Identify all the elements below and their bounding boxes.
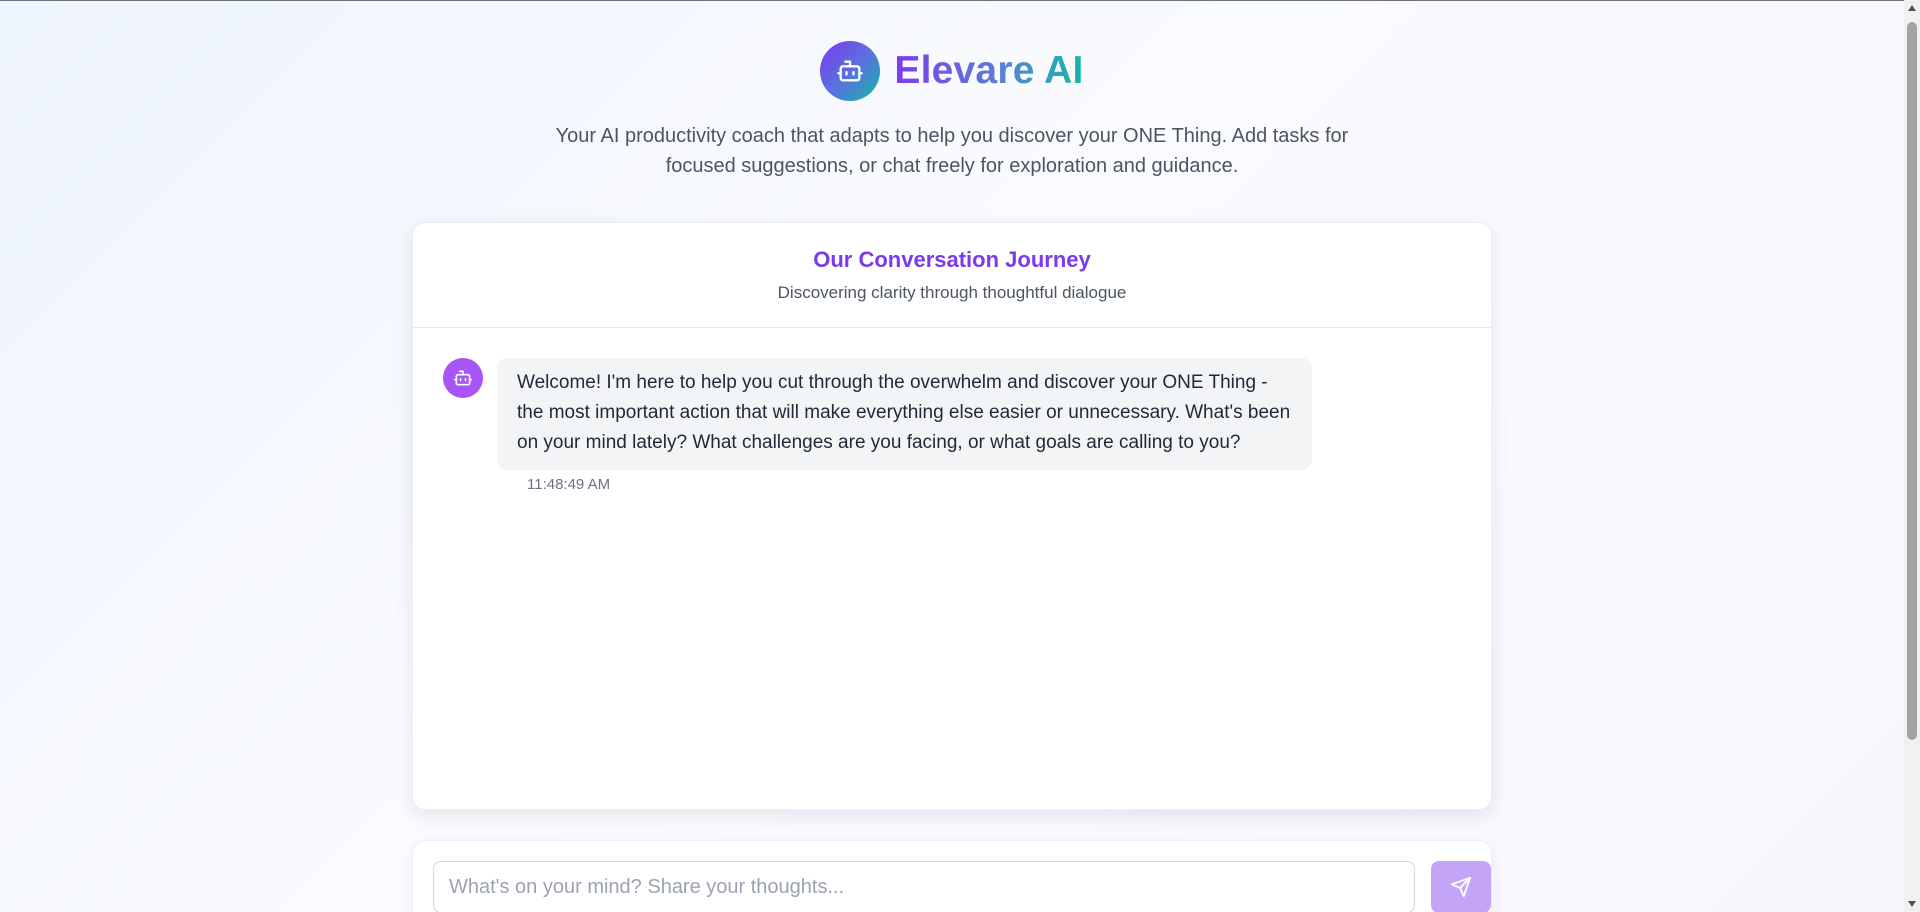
bot-message: Welcome! I'm here to help you cut throug… bbox=[443, 358, 1491, 470]
conversation-header: Our Conversation Journey Discovering cla… bbox=[413, 223, 1491, 328]
conversation-title: Our Conversation Journey bbox=[813, 247, 1091, 272]
app-tagline: Your AI productivity coach that adapts t… bbox=[555, 125, 1349, 177]
message-input[interactable] bbox=[433, 861, 1415, 912]
page: Elevare AI Your AI productivity coach th… bbox=[0, 0, 1904, 912]
page-scrollbar[interactable] bbox=[1904, 0, 1920, 912]
send-icon bbox=[1450, 876, 1472, 898]
composer bbox=[412, 840, 1492, 912]
conversation-subtitle: Discovering clarity through thoughtful d… bbox=[777, 283, 1127, 302]
conversation-panel: Our Conversation Journey Discovering cla… bbox=[412, 222, 1492, 810]
app-header: Elevare AI Your AI productivity coach th… bbox=[0, 40, 1904, 181]
brand: Elevare AI bbox=[0, 40, 1904, 101]
robot-icon bbox=[837, 60, 864, 82]
app-title: Elevare AI bbox=[894, 48, 1084, 92]
scroll-up-arrow-icon[interactable] bbox=[1904, 0, 1920, 16]
message-bubble: Welcome! I'm here to help you cut throug… bbox=[497, 358, 1312, 470]
message-list: Welcome! I'm here to help you cut throug… bbox=[413, 328, 1491, 493]
message-timestamp: 11:48:49 AM bbox=[527, 476, 611, 493]
scrollbar-thumb[interactable] bbox=[1907, 22, 1917, 740]
brand-logo bbox=[820, 40, 881, 101]
send-button[interactable] bbox=[1431, 861, 1491, 912]
scroll-down-arrow-icon[interactable] bbox=[1904, 896, 1920, 912]
robot-icon bbox=[453, 370, 473, 386]
bot-avatar bbox=[443, 358, 483, 398]
